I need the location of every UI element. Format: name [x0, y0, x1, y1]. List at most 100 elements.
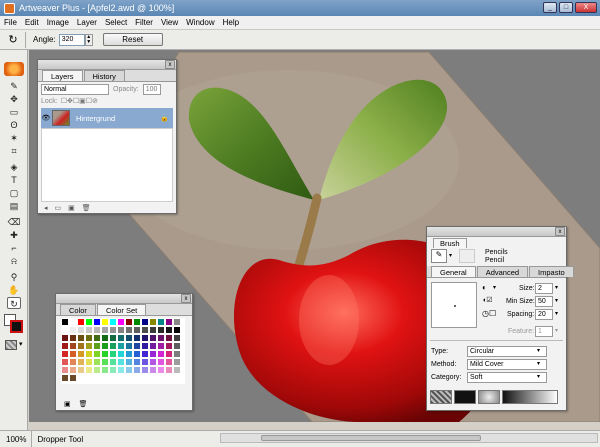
close-icon[interactable]: x	[555, 227, 565, 236]
color-swatch[interactable]	[61, 366, 69, 374]
horizontal-scrollbar[interactable]	[220, 433, 598, 443]
color-swatch[interactable]	[101, 326, 109, 334]
tab-general[interactable]: General	[431, 266, 476, 277]
color-swatch[interactable]	[133, 334, 141, 342]
color-swatch[interactable]	[125, 318, 133, 326]
angle-input[interactable]: 320	[58, 33, 85, 46]
texture-preset-swatch[interactable]	[430, 390, 452, 404]
color-swatch[interactable]	[93, 318, 101, 326]
method-select[interactable]: Mild Cover	[467, 359, 547, 370]
gradient-tool-icon[interactable]: ▤	[7, 200, 21, 212]
color-swatch[interactable]	[133, 374, 141, 382]
chevron-down-icon[interactable]: ▾	[555, 284, 558, 291]
menu-layer[interactable]: Layer	[77, 18, 97, 27]
color-swatch[interactable]	[93, 366, 101, 374]
color-swatch[interactable]	[109, 334, 117, 342]
color-swatch[interactable]	[117, 374, 125, 382]
color-swatch[interactable]	[109, 374, 117, 382]
color-swatch[interactable]	[69, 342, 77, 350]
color-swatch[interactable]	[101, 358, 109, 366]
foreground-color-swatch[interactable]	[10, 320, 23, 333]
color-swatch[interactable]	[85, 350, 93, 358]
color-swatch[interactable]	[85, 326, 93, 334]
color-swatch[interactable]	[69, 374, 77, 382]
color-swatch[interactable]	[125, 334, 133, 342]
color-swatch[interactable]	[157, 350, 165, 358]
color-swatch[interactable]	[133, 318, 141, 326]
layer-style-icon[interactable]: ◂	[44, 204, 48, 212]
tab-advanced[interactable]: Advanced	[476, 266, 529, 277]
color-swatch[interactable]	[125, 374, 133, 382]
color-swatch[interactable]	[173, 326, 181, 334]
color-swatch[interactable]	[173, 342, 181, 350]
color-swatch[interactable]	[149, 350, 157, 358]
color-swatch[interactable]	[149, 366, 157, 374]
color-swatch[interactable]	[77, 374, 85, 382]
color-swatch[interactable]	[93, 334, 101, 342]
color-swatch[interactable]	[85, 366, 93, 374]
bucket-tool-icon[interactable]: ⍾	[7, 255, 21, 267]
color-swatch[interactable]	[117, 350, 125, 358]
color-swatch[interactable]	[125, 358, 133, 366]
brush-category-icon[interactable]: ✎	[431, 249, 447, 263]
color-swatch[interactable]	[61, 358, 69, 366]
color-swatch-grid[interactable]	[61, 318, 185, 384]
color-swatch[interactable]	[69, 326, 77, 334]
color-swatch[interactable]	[141, 318, 149, 326]
color-swatch[interactable]	[117, 326, 125, 334]
color-swatch[interactable]	[165, 326, 173, 334]
clone-tool-icon[interactable]: ✚	[7, 229, 21, 241]
color-swatch[interactable]	[149, 334, 157, 342]
lasso-tool-icon[interactable]: ʘ	[7, 119, 21, 131]
menu-window[interactable]: Window	[186, 18, 214, 27]
color-swatch[interactable]	[165, 374, 173, 382]
menu-image[interactable]: Image	[47, 18, 69, 27]
color-swatch[interactable]	[173, 366, 181, 374]
color-swatch[interactable]	[85, 334, 93, 342]
color-panel-titlebar[interactable]: x	[56, 294, 192, 304]
spacing-input[interactable]: 20	[535, 309, 553, 320]
chevron-down-icon[interactable]: ▾	[493, 284, 496, 291]
color-swatch[interactable]	[77, 342, 85, 350]
min-size-input[interactable]: 50	[535, 296, 553, 307]
color-swatch[interactable]	[61, 318, 69, 326]
minimize-button[interactable]: _	[543, 2, 557, 13]
color-swatch[interactable]	[149, 318, 157, 326]
close-icon[interactable]: x	[165, 60, 175, 69]
tab-color[interactable]: Color	[60, 304, 96, 315]
color-swatch[interactable]	[77, 358, 85, 366]
text-tool-icon[interactable]: T	[7, 174, 21, 186]
clock-icon[interactable]: ◷☐	[482, 309, 496, 318]
color-swatch[interactable]	[165, 334, 173, 342]
color-swatch[interactable]	[133, 342, 141, 350]
color-swatch[interactable]	[101, 374, 109, 382]
color-swatch[interactable]	[165, 358, 173, 366]
hand-tool-icon[interactable]: ✋	[7, 284, 21, 296]
eye-icon[interactable]: 👁	[41, 114, 51, 122]
category-select[interactable]: Soft	[467, 372, 547, 383]
chevron-down-icon[interactable]: ▾	[555, 310, 558, 317]
color-swatch[interactable]	[93, 374, 101, 382]
color-swatch[interactable]	[173, 358, 181, 366]
type-select[interactable]: Circular	[467, 346, 547, 357]
color-swatch[interactable]	[109, 326, 117, 334]
color-swatch[interactable]	[157, 358, 165, 366]
color-swatch[interactable]	[85, 358, 93, 366]
color-swatch[interactable]	[101, 334, 109, 342]
angle-spinner[interactable]: ▲ ▼	[84, 33, 93, 46]
menu-view[interactable]: View	[161, 18, 178, 27]
tab-color-set[interactable]: Color Set	[96, 304, 147, 315]
close-icon[interactable]: x	[181, 294, 191, 303]
new-folder-icon[interactable]: ▭	[55, 204, 62, 212]
color-swatch[interactable]	[93, 326, 101, 334]
color-swatch[interactable]	[157, 374, 165, 382]
fill-tool-icon[interactable]: ◈	[7, 161, 21, 173]
trash-icon[interactable]: 🗑	[79, 400, 88, 408]
color-swatch[interactable]	[157, 326, 165, 334]
color-swatch[interactable]	[61, 350, 69, 358]
lock-transparency-icon[interactable]: ☐✥☐▣☐⊘	[61, 97, 98, 105]
maximize-button[interactable]: □	[559, 2, 573, 13]
color-swatch[interactable]	[149, 342, 157, 350]
color-swatch[interactable]	[133, 350, 141, 358]
blend-mode-select[interactable]: Normal	[41, 84, 109, 95]
